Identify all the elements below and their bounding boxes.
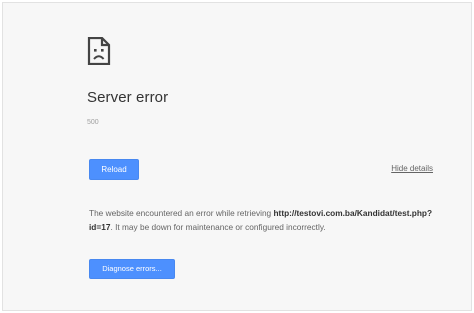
error-details: The website encountered an error while r… (89, 206, 439, 234)
hide-details-link[interactable]: Hide details (391, 164, 433, 173)
details-text-after: . It may be down for maintenance or conf… (110, 222, 326, 232)
error-code: 500 (87, 119, 99, 126)
sad-page-icon (87, 36, 111, 66)
reload-button[interactable]: Reload (89, 159, 139, 180)
page-title: Server error (87, 89, 169, 106)
diagnose-errors-button[interactable]: Diagnose errors... (89, 259, 175, 279)
details-text-before: The website encountered an error while r… (89, 208, 274, 218)
error-page: Server error 500 Reload Hide details The… (2, 2, 472, 311)
